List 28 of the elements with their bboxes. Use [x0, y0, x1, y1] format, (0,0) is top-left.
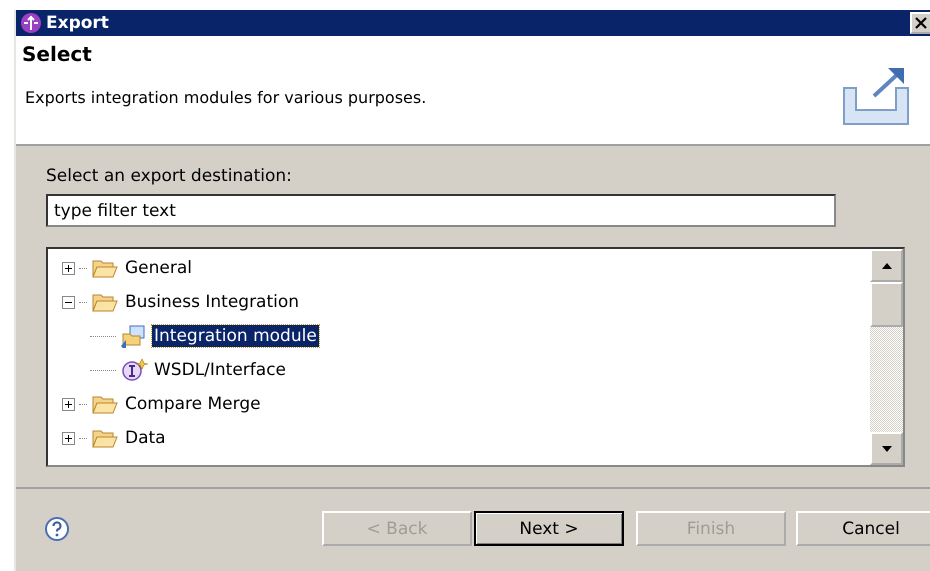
tree-item[interactable]: Business Integration — [123, 291, 302, 313]
tree-item[interactable]: Compare Merge — [123, 393, 263, 415]
tree-item[interactable]: WSDL/Interface — [152, 359, 288, 381]
help-icon[interactable] — [44, 516, 70, 542]
close-button[interactable] — [910, 12, 930, 34]
close-icon[interactable] — [914, 16, 928, 30]
expand-icon[interactable] — [62, 262, 75, 274]
tree-item[interactable]: Data — [123, 427, 168, 449]
scroll-up-button[interactable] — [870, 249, 903, 282]
dialog-button[interactable]: Cancel — [796, 511, 930, 546]
up-arrow-icon[interactable] — [880, 262, 892, 270]
page-description: Exports integration modules for various purposes. — [24, 88, 428, 107]
app-icon — [20, 12, 42, 34]
tree-item[interactable]: General — [123, 257, 194, 279]
expand-icon[interactable] — [62, 432, 75, 444]
filter-field[interactable]: type filter text — [46, 194, 836, 227]
scroll-down-button[interactable] — [870, 432, 903, 465]
collapse-icon[interactable] — [62, 296, 75, 308]
expand-icon[interactable] — [62, 398, 75, 410]
window-title: Export — [46, 13, 110, 33]
page-title: Select — [22, 42, 93, 66]
tree-item[interactable]: Integration module — [152, 325, 319, 347]
down-arrow-icon[interactable] — [880, 444, 892, 452]
scroll-bar[interactable] — [870, 249, 903, 465]
filter-label: Select an export destination: — [46, 166, 292, 186]
dialog-button[interactable]: Next > — [474, 511, 624, 546]
scroll-thumb[interactable] — [870, 282, 903, 327]
interface-icon — [120, 358, 148, 382]
